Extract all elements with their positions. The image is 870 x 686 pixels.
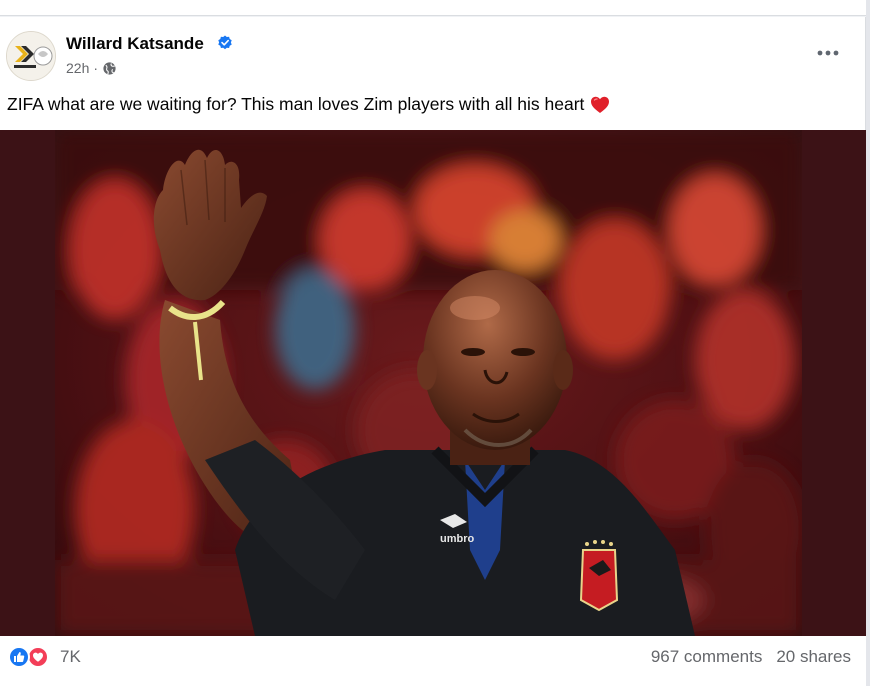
love-icon xyxy=(27,646,49,668)
coach-waving-photo: umbro xyxy=(55,130,802,636)
ellipsis-icon xyxy=(817,50,839,56)
post-card: Willard Katsande 22h · ZIFA what are we … xyxy=(0,17,866,686)
post-message: ZIFA what are we waiting for? This man l… xyxy=(7,94,585,114)
meta-separator: · xyxy=(93,60,99,76)
more-options-button[interactable] xyxy=(810,39,846,67)
globe-icon[interactable] xyxy=(102,61,117,76)
post-footer: 7K 967 comments 20 shares xyxy=(0,636,866,686)
post-body: ZIFA what are we waiting for? This man l… xyxy=(7,94,610,115)
shares-count-link[interactable]: 20 shares xyxy=(776,647,851,667)
author-avatar[interactable] xyxy=(6,31,56,81)
post-header: Willard Katsande 22h · xyxy=(0,17,866,87)
svg-text:umbro: umbro xyxy=(440,533,475,545)
previous-post-edge xyxy=(0,0,870,16)
author-name[interactable]: Willard Katsande xyxy=(66,34,204,54)
engagement-stats: 967 comments 20 shares xyxy=(651,647,851,667)
reaction-icons xyxy=(8,646,54,668)
reaction-count: 7K xyxy=(60,647,81,666)
reactions-summary[interactable]: 7K xyxy=(8,646,81,668)
post-meta: 22h · xyxy=(66,60,117,76)
verified-badge-icon xyxy=(218,35,232,50)
like-icon xyxy=(8,646,30,668)
comments-count-link[interactable]: 967 comments xyxy=(651,647,763,667)
feed-scrollbar-track[interactable] xyxy=(866,0,870,686)
red-heart-emoji xyxy=(591,96,610,113)
post-photo[interactable]: umbro xyxy=(0,130,866,636)
post-timestamp[interactable]: 22h xyxy=(66,60,89,76)
